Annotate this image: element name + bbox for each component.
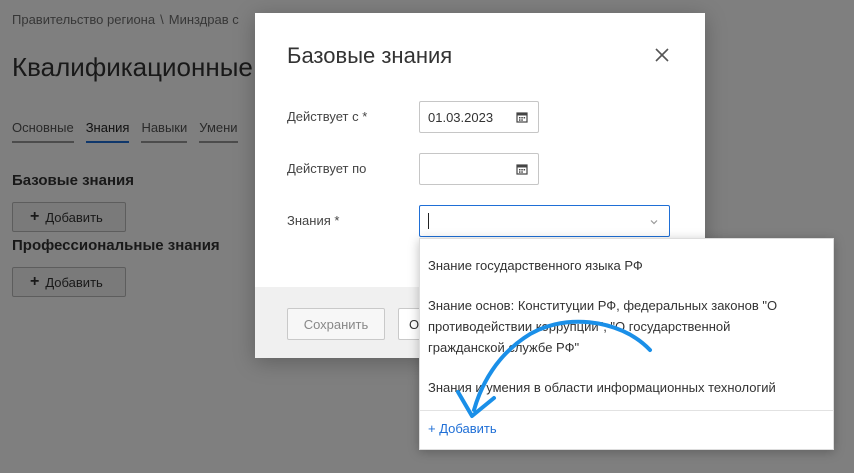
modal-title: Базовые знания [287,43,453,68]
save-button[interactable]: Сохранить [287,308,385,340]
dropdown-add-link[interactable]: + Добавить [428,421,497,436]
valid-to-date-field[interactable] [419,153,539,185]
calendar-icon[interactable] [516,111,528,123]
calendar-icon[interactable] [516,163,528,175]
dropdown-option[interactable]: Знания и умения в области информационных… [428,377,805,398]
chevron-down-icon[interactable] [649,217,659,227]
knowledge-select[interactable] [419,205,670,237]
dropdown-option[interactable]: Знание государственного языка РФ [428,255,805,276]
valid-from-label: Действует с * [287,109,368,124]
valid-from-value: 01.03.2023 [428,109,494,125]
close-icon[interactable] [653,46,671,64]
valid-from-date-field[interactable]: 01.03.2023 [419,101,539,133]
text-caret [428,213,429,229]
valid-to-label: Действует по [287,161,367,176]
knowledge-dropdown: Знание государственного языка РФ Знание … [419,238,834,450]
knowledge-label: Знания * [287,213,340,228]
dropdown-option[interactable]: Знание основ: Конституции РФ, федеральны… [428,295,805,358]
dropdown-divider [420,410,833,411]
